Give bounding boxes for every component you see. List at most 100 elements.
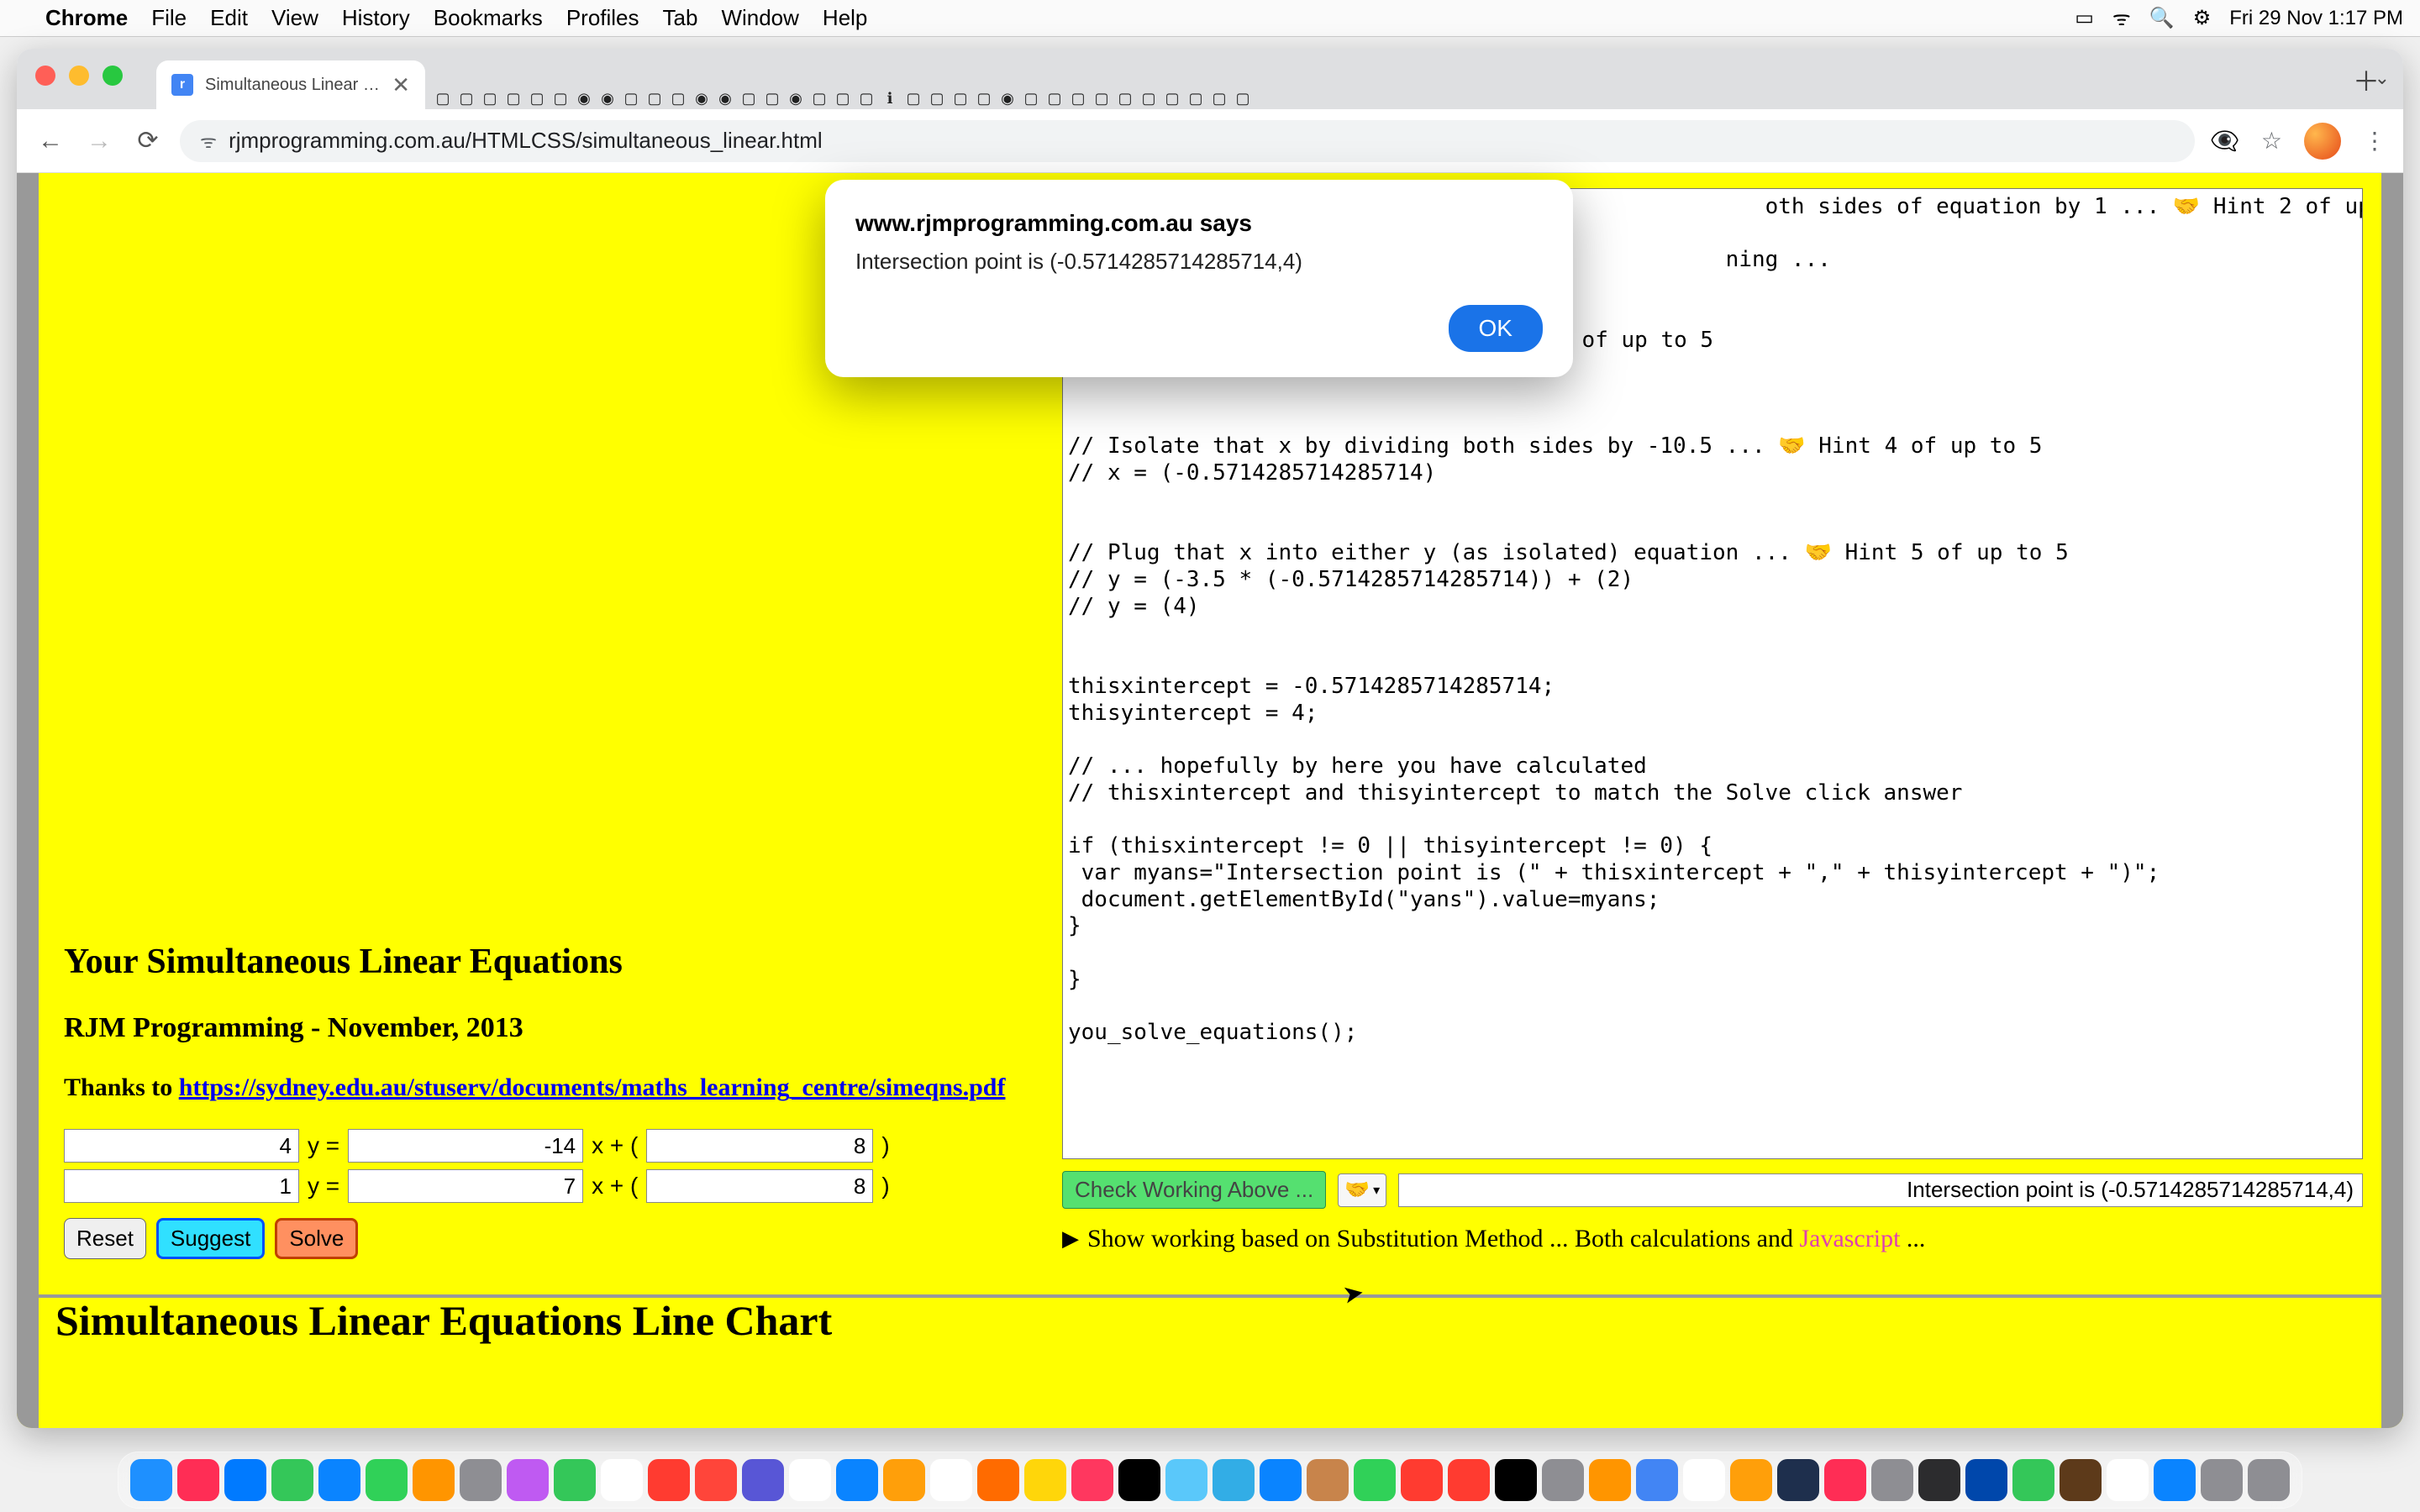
alert-ok-button[interactable]: OK (1449, 305, 1543, 352)
bg-tab-icon[interactable]: ▢ (455, 87, 477, 109)
bg-tab-icon[interactable]: ▢ (526, 87, 548, 109)
dock-app-icon[interactable] (413, 1459, 455, 1501)
spotlight-icon[interactable]: 🔍 (2149, 6, 2175, 30)
dock-app-icon[interactable] (130, 1459, 172, 1501)
bg-tab-icon[interactable]: ▢ (1208, 87, 1230, 109)
dock-app-icon[interactable] (1683, 1459, 1725, 1501)
dock-app-icon[interactable] (1965, 1459, 2007, 1501)
window-zoom-button[interactable] (103, 66, 123, 86)
eq1-const-input[interactable] (646, 1129, 873, 1163)
suggest-button[interactable]: Suggest (156, 1218, 265, 1259)
profile-avatar[interactable] (2304, 123, 2341, 160)
eq1-coeff-y-input[interactable] (64, 1129, 299, 1163)
solve-button[interactable]: Solve (275, 1218, 358, 1259)
menu-window[interactable]: Window (721, 5, 798, 31)
bg-tab-icon[interactable]: ▢ (1091, 87, 1113, 109)
bg-tab-icon[interactable]: ▢ (550, 87, 571, 109)
menu-profiles[interactable]: Profiles (566, 5, 639, 31)
eq2-const-input[interactable] (646, 1169, 873, 1203)
menubar-datetime[interactable]: Fri 29 Nov 1:17 PM (2229, 7, 2403, 30)
dock-app-icon[interactable] (2107, 1459, 2149, 1501)
bg-tab-icon[interactable]: ▢ (926, 87, 948, 109)
bg-tab-icon[interactable]: ◉ (573, 87, 595, 109)
dock-app-icon[interactable] (977, 1459, 1019, 1501)
dock-app-icon[interactable] (601, 1459, 643, 1501)
bg-tab-icon[interactable]: ▢ (667, 87, 689, 109)
menu-view[interactable]: View (271, 5, 318, 31)
menu-bookmarks[interactable]: Bookmarks (434, 5, 543, 31)
bg-tab-icon[interactable]: ▢ (502, 87, 524, 109)
dock-app-icon[interactable] (1636, 1459, 1678, 1501)
menubar-app-name[interactable]: Chrome (45, 5, 128, 31)
dock-app-icon[interactable] (1307, 1459, 1349, 1501)
bg-tab-icon[interactable]: ▢ (1044, 87, 1065, 109)
dock-app-icon[interactable] (1118, 1459, 1160, 1501)
dock-app-icon[interactable] (1213, 1459, 1255, 1501)
bg-tab-icon[interactable]: ▢ (1185, 87, 1207, 109)
window-close-button[interactable] (35, 66, 55, 86)
dock-app-icon[interactable] (1542, 1459, 1584, 1501)
dock-app-icon[interactable] (1024, 1459, 1066, 1501)
bg-tab-icon[interactable]: ◉ (997, 87, 1018, 109)
dock-app-icon[interactable] (318, 1459, 360, 1501)
dock-app-icon[interactable] (1401, 1459, 1443, 1501)
bg-tab-icon[interactable]: ▢ (855, 87, 877, 109)
bg-tab-icon[interactable]: ▢ (973, 87, 995, 109)
dock-app-icon[interactable] (2060, 1459, 2102, 1501)
bg-tab-icon[interactable]: ▢ (761, 87, 783, 109)
menu-help[interactable]: Help (823, 5, 867, 31)
dock-app-icon[interactable] (648, 1459, 690, 1501)
bg-tab-icon[interactable]: ▢ (1114, 87, 1136, 109)
bg-tab-icon[interactable]: ◉ (691, 87, 713, 109)
forward-button[interactable]: → (82, 127, 116, 155)
eq2-coeff-y-input[interactable] (64, 1169, 299, 1203)
bg-tab-icon[interactable]: ▢ (832, 87, 854, 109)
reset-button[interactable]: Reset (64, 1218, 146, 1259)
bg-tab-icon[interactable]: ▢ (1067, 87, 1089, 109)
bg-tab-icon[interactable]: ▢ (1020, 87, 1042, 109)
dock-app-icon[interactable] (507, 1459, 549, 1501)
dock-app-icon[interactable] (2248, 1459, 2290, 1501)
battery-icon[interactable]: ▭ (2075, 6, 2094, 30)
wifi-icon[interactable]: ᯤ (2112, 4, 2131, 32)
bg-tab-icon[interactable]: ▢ (432, 87, 454, 109)
bg-tab-icon[interactable]: ▢ (950, 87, 971, 109)
dock-app-icon[interactable] (1871, 1459, 1913, 1501)
dock-app-icon[interactable] (883, 1459, 925, 1501)
dock-app-icon[interactable] (1448, 1459, 1490, 1501)
bg-tab-icon[interactable]: ▢ (479, 87, 501, 109)
bg-tab-icon[interactable]: ◉ (714, 87, 736, 109)
dock-app-icon[interactable] (742, 1459, 784, 1501)
window-minimize-button[interactable] (69, 66, 89, 86)
bg-tab-icon[interactable]: ▢ (620, 87, 642, 109)
dock-app-icon[interactable] (1354, 1459, 1396, 1501)
bg-tab-icon[interactable]: ▢ (1161, 87, 1183, 109)
dock-app-icon[interactable] (930, 1459, 972, 1501)
dock-app-icon[interactable] (1777, 1459, 1819, 1501)
bookmark-star-icon[interactable]: ☆ (2261, 127, 2282, 155)
dock-app-icon[interactable] (1824, 1459, 1866, 1501)
dock-app-icon[interactable] (789, 1459, 831, 1501)
dock-app-icon[interactable] (1495, 1459, 1537, 1501)
bg-tab-icon[interactable]: ℹ (879, 87, 901, 109)
address-bar[interactable]: ᯤ rjmprogramming.com.au/HTMLCSS/simultan… (180, 120, 2195, 162)
bg-tab-icon[interactable]: ▢ (1138, 87, 1160, 109)
bg-tab-icon[interactable]: ▢ (808, 87, 830, 109)
control-center-icon[interactable]: ⚙︎ (2193, 6, 2212, 30)
eq2-coeff-x-input[interactable] (348, 1169, 583, 1203)
site-info-icon[interactable]: ᯤ (200, 129, 217, 154)
menu-history[interactable]: History (342, 5, 410, 31)
bg-tab-icon[interactable]: ▢ (902, 87, 924, 109)
check-working-button[interactable]: Check Working Above ... (1062, 1171, 1326, 1209)
dock-app-icon[interactable] (1918, 1459, 1960, 1501)
dock-app-icon[interactable] (2012, 1459, 2054, 1501)
dock-app-icon[interactable] (271, 1459, 313, 1501)
menu-edit[interactable]: Edit (210, 5, 248, 31)
chrome-menu-icon[interactable]: ⋮ (2363, 127, 2386, 155)
bg-tab-icon[interactable]: ▢ (738, 87, 760, 109)
eye-off-icon[interactable]: 👁‍🗨 (2210, 127, 2239, 155)
back-button[interactable]: ← (34, 127, 67, 155)
dock-app-icon[interactable] (1165, 1459, 1207, 1501)
dock-app-icon[interactable] (1260, 1459, 1302, 1501)
menu-tab[interactable]: Tab (663, 5, 698, 31)
